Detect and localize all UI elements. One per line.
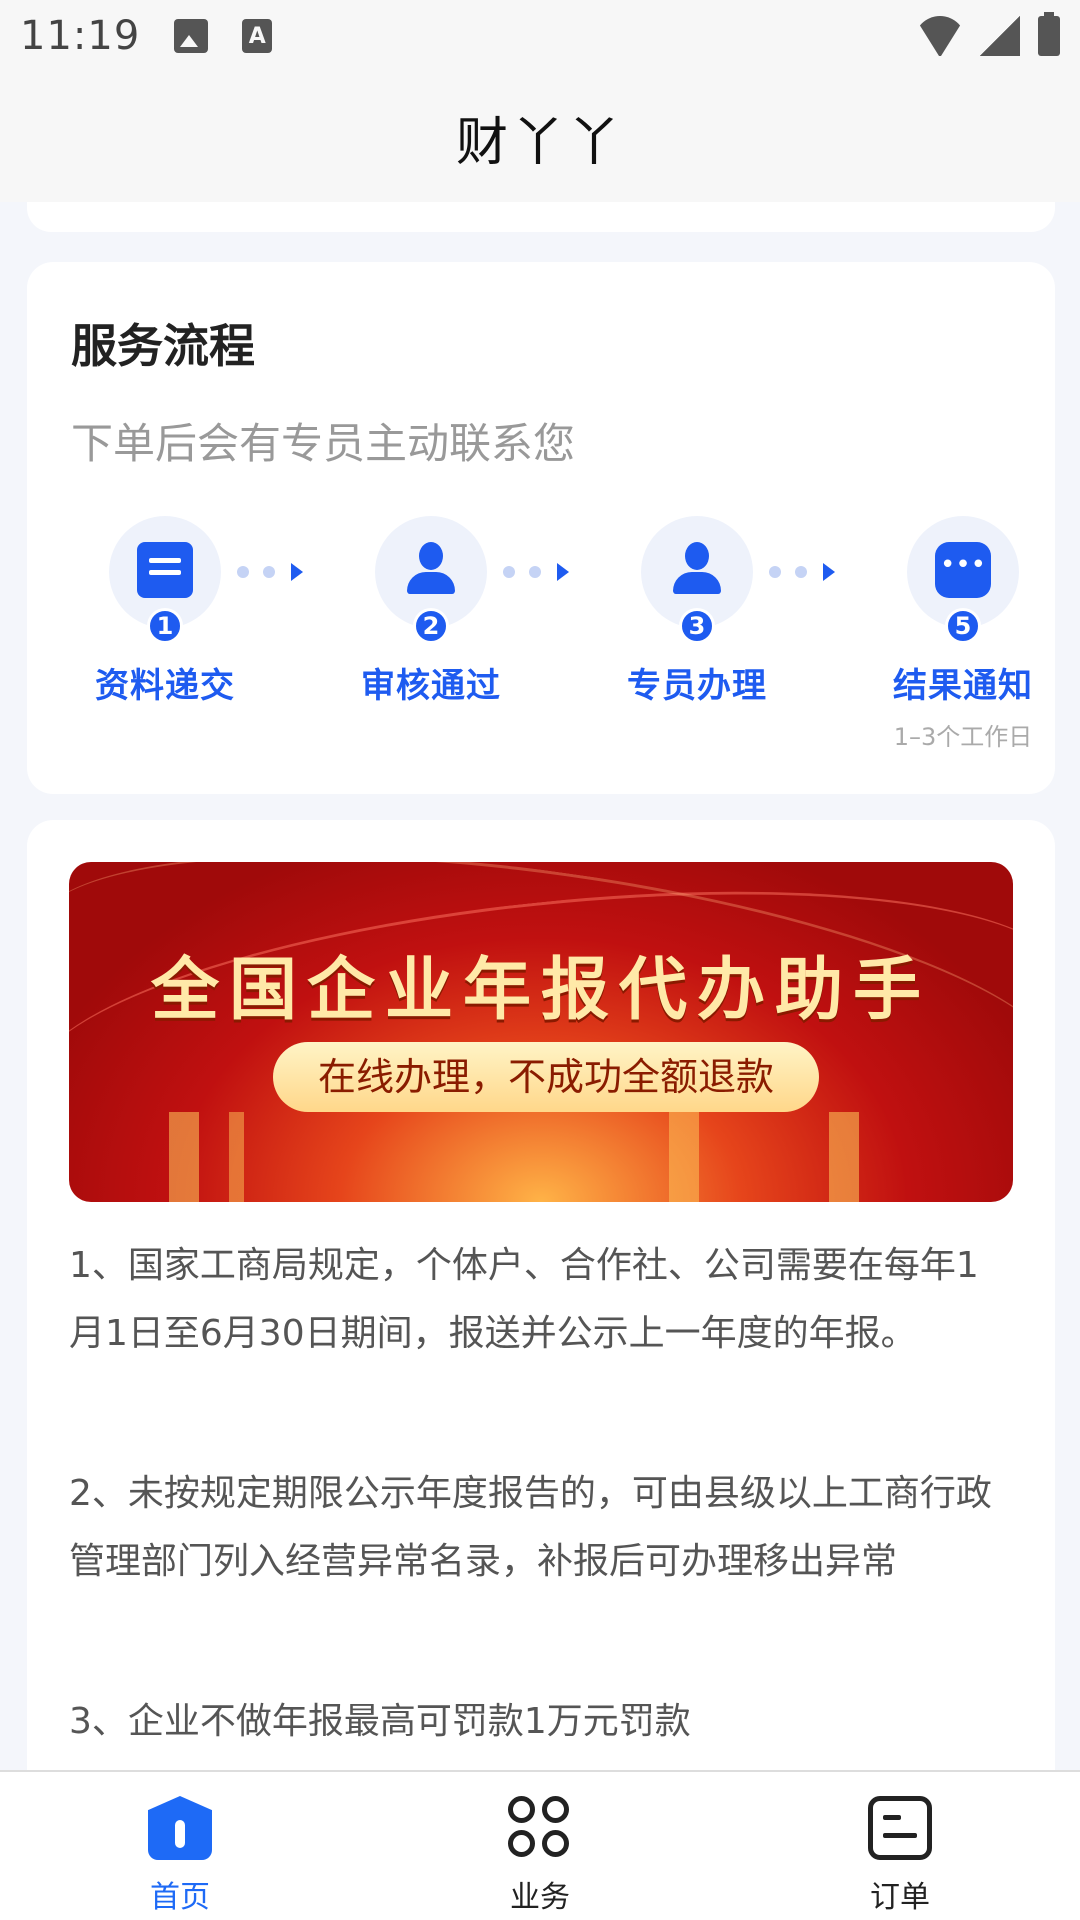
status-time: 11:19 (20, 13, 141, 59)
person-icon (403, 542, 459, 598)
battery-icon (1038, 12, 1060, 56)
chat-icon (935, 542, 991, 598)
banner-title: 全国企业年报代办助手 (150, 951, 931, 1030)
nav-item-business[interactable]: 业务 (360, 1772, 720, 1920)
service-process-card: 服务流程 下单后会有专员主动联系您 1 资料递交 2 审核通过 3 专员办理 •… (27, 262, 1055, 794)
annual-report-card: 全国企业年报代办助手 在线办理，不成功全额退款 1、国家工商局规定，个体户、合作… (27, 820, 1055, 1770)
promo-banner[interactable]: 全国企业年报代办助手 在线办理，不成功全额退款 (69, 862, 1013, 1202)
notice-paragraph: 3、企业不做年报最高可罚款1万元罚款 (69, 1701, 691, 1742)
nav-label: 业务 (510, 1880, 570, 1915)
notice-paragraph: 1、国家工商局规定，个体户、合作社、公司需要在每年1月1日至6月30日期间，报送… (69, 1245, 979, 1354)
wifi-icon (918, 16, 962, 56)
nav-item-home[interactable]: 首页 (0, 1772, 360, 1920)
step-icon-circle: 5 (907, 516, 1019, 644)
step-label: 结果通知 (893, 666, 1033, 706)
step-icon-circle: 2 (375, 516, 487, 644)
process-title: 服务流程 (71, 319, 255, 373)
text-a-icon: A (242, 19, 273, 53)
step-submit-materials: 1 资料递交 (55, 516, 275, 707)
main-scroll-area[interactable]: 服务流程 下单后会有专员主动联系您 1 资料递交 2 审核通过 3 专员办理 •… (0, 202, 1080, 1770)
step-number: 5 (945, 608, 981, 644)
status-bar: 11:19 A (0, 0, 1080, 72)
arrow-dots-icon (503, 561, 575, 581)
nav-item-orders[interactable]: 订单 (720, 1772, 1080, 1920)
home-icon (148, 1796, 212, 1860)
order-icon (868, 1796, 932, 1860)
step-label: 资料递交 (95, 666, 235, 706)
arrow-dots-icon (237, 561, 309, 581)
grid-icon (508, 1796, 572, 1860)
step-label: 审核通过 (361, 666, 501, 706)
step-number: 3 (679, 608, 715, 644)
previous-card (27, 202, 1055, 232)
notice-paragraph: 2、未按规定期限公示年度报告的，可由县级以上工商行政管理部门列入经营异常名录，补… (69, 1473, 992, 1582)
arrow-dots-icon (769, 561, 841, 581)
bottom-nav: 首页 业务 订单 (0, 1770, 1080, 1920)
process-steps: 1 资料递交 2 审核通过 3 专员办理 ••• 5 结果通知 1–3个工作日 (27, 516, 1055, 756)
nav-label: 订单 (870, 1880, 930, 1915)
step-agent-processing: 3 专员办理 (587, 516, 807, 707)
skyline-decoration (69, 1112, 1013, 1202)
step-review-passed: 2 审核通过 (321, 516, 541, 707)
step-icon-circle: 3 (641, 516, 753, 644)
step-number: 1 (147, 608, 183, 644)
step-duration-note: 1–3个工作日 (893, 723, 1033, 751)
step-number: 2 (413, 608, 449, 644)
image-icon (174, 19, 209, 53)
process-subtitle: 下单后会有专员主动联系您 (71, 419, 576, 468)
agent-icon (669, 542, 725, 598)
document-icon (137, 542, 193, 598)
banner-tagline: 在线办理，不成功全额退款 (273, 1042, 819, 1112)
signal-icon (980, 16, 1020, 56)
step-label: 专员办理 (627, 666, 767, 706)
app-header: 财丫丫 (0, 72, 1080, 202)
page-title: 财丫丫 (455, 112, 624, 173)
step-result-notice: 5 结果通知 1–3个工作日 (853, 516, 1073, 752)
step-icon-circle: 1 (109, 516, 221, 644)
nav-label: 首页 (150, 1880, 210, 1915)
